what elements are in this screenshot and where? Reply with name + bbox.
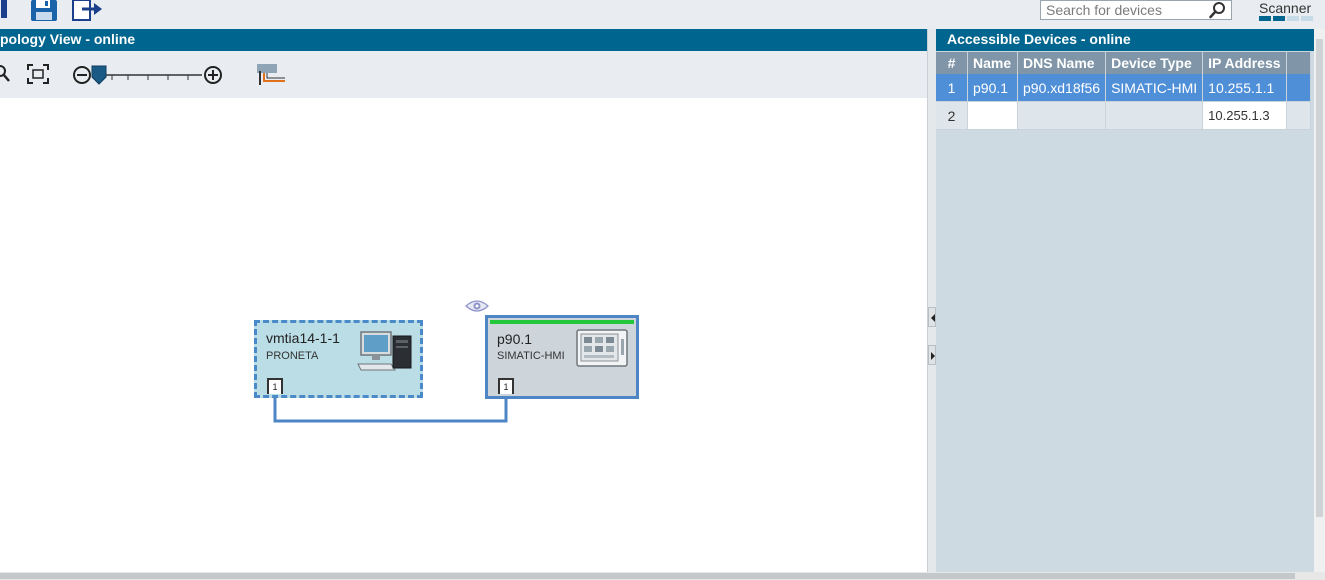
table-row[interactable]: 2 10.255.1.3	[936, 101, 1311, 130]
horizontal-scrollbar[interactable]	[0, 572, 1325, 580]
device-type: SIMATIC-HMI	[497, 350, 565, 362]
column-header-device-type[interactable]: Device Type	[1105, 52, 1204, 74]
search-box[interactable]	[1040, 0, 1232, 20]
scanner-progress-segment	[1273, 16, 1285, 21]
magnifier-icon[interactable]	[1209, 1, 1227, 19]
column-header-ip-address[interactable]: IP Address	[1202, 52, 1287, 74]
scanner-progress-segment	[1301, 16, 1313, 21]
search-input[interactable]	[1046, 1, 1206, 19]
horizontal-scrollbar-thumb[interactable]	[0, 573, 1295, 579]
scanner-label[interactable]: Scanner	[1259, 0, 1311, 16]
pc-icon	[357, 330, 415, 372]
device-type: PRONETA	[266, 350, 319, 362]
accessible-devices-header: Accessible Devices - online	[936, 29, 1314, 51]
row-dns-name: p90.xd18f56	[1017, 74, 1107, 102]
column-header-name[interactable]: Name	[967, 52, 1018, 74]
collapse-right-button[interactable]	[928, 345, 936, 365]
row-ip-address: 10.255.1.1	[1202, 74, 1287, 102]
collapse-left-button[interactable]	[928, 307, 936, 327]
device-node-p90-1[interactable]: p90.1 SIMATIC-HMI 1	[485, 315, 639, 399]
device-name: p90.1	[497, 331, 533, 347]
column-header-filler	[1286, 52, 1311, 74]
row-device-type: SIMATIC-HMI	[1105, 74, 1204, 102]
row-filler	[1286, 74, 1311, 102]
vertical-scrollbar[interactable]	[1314, 29, 1325, 572]
device-name: vmtia14-1-1	[266, 330, 340, 346]
column-header-number[interactable]: #	[936, 52, 968, 74]
accessible-devices-table: # Name DNS Name Device Type IP Address 1…	[936, 52, 1311, 130]
scanner-progress-segment	[1287, 16, 1299, 21]
accessible-devices-title: Accessible Devices - online	[947, 31, 1131, 47]
row-name[interactable]	[967, 101, 1018, 130]
port-1[interactable]: 1	[498, 378, 514, 394]
column-header-dns-name[interactable]: DNS Name	[1017, 52, 1107, 74]
hmi-panel-icon	[576, 329, 628, 367]
row-number: 2	[936, 101, 968, 130]
row-dns-name	[1017, 101, 1107, 130]
row-ip-address[interactable]: 10.255.1.3	[1202, 101, 1287, 130]
eye-icon[interactable]	[465, 299, 489, 313]
table-row[interactable]: 1 p90.1 p90.xd18f56 SIMATIC-HMI 10.255.1…	[936, 74, 1311, 102]
row-filler	[1286, 101, 1311, 130]
row-number: 1	[936, 74, 968, 102]
device-node-vmtia14[interactable]: vmtia14-1-1 PRONETA 1	[254, 320, 423, 398]
status-bar	[490, 320, 634, 324]
panel-splitter[interactable]	[927, 29, 936, 572]
port-1[interactable]: 1	[267, 378, 283, 394]
vertical-scrollbar-thumb[interactable]	[1316, 39, 1323, 517]
network-link	[273, 394, 508, 423]
row-device-type	[1105, 101, 1204, 130]
table-header-row: # Name DNS Name Device Type IP Address	[936, 52, 1311, 74]
scanner-progress-segment	[1259, 16, 1271, 21]
row-name: p90.1	[967, 74, 1018, 102]
